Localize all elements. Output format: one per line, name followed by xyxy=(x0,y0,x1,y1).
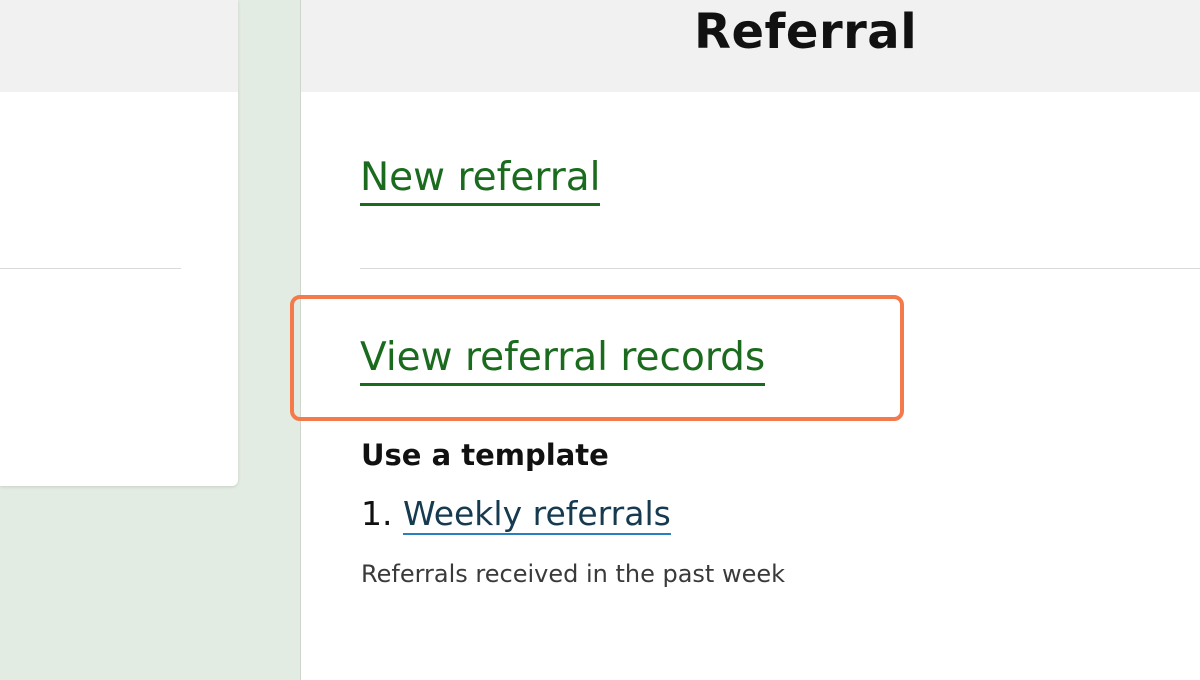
view-referral-records-link[interactable]: View referral records xyxy=(360,333,766,386)
new-referral-link[interactable]: New referral xyxy=(360,153,601,206)
main-header: Referral xyxy=(301,0,1200,92)
section-divider xyxy=(360,268,1200,269)
template-item-description: Referrals received in the past week xyxy=(361,560,786,588)
template-item-number: 1. xyxy=(361,494,393,533)
left-card-header xyxy=(0,0,238,92)
left-card xyxy=(0,0,238,486)
left-card-divider xyxy=(0,268,181,269)
template-list-item: 1. Weekly referrals xyxy=(361,492,671,536)
page-title: Referral xyxy=(694,4,918,60)
weekly-referrals-link[interactable]: Weekly referrals xyxy=(403,494,671,535)
template-heading: Use a template xyxy=(361,438,609,472)
main-panel: Referral New referral View referral reco… xyxy=(290,0,1200,680)
